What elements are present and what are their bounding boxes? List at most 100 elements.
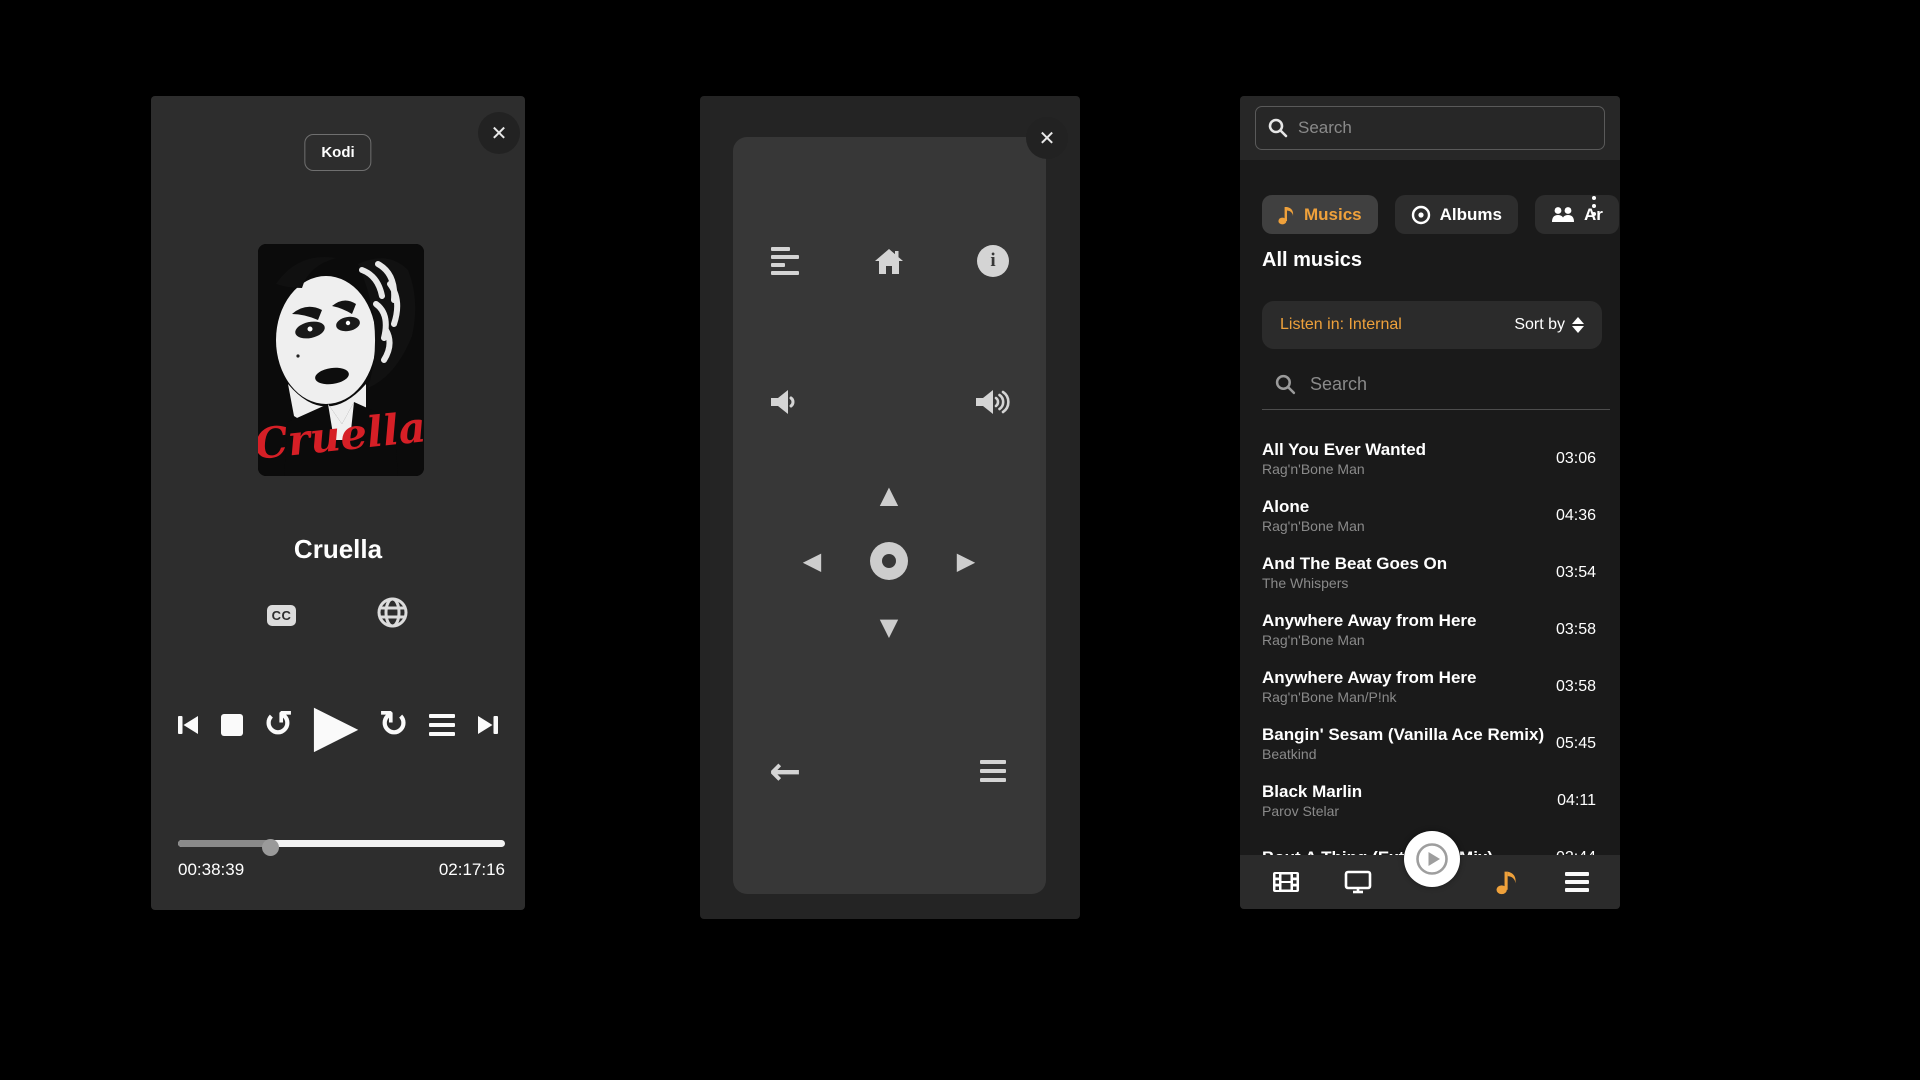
song-row[interactable]: All You Ever Wanted Rag'n'Bone Man 03:06 <box>1262 430 1596 487</box>
remote-close-button[interactable]: ✕ <box>1026 117 1068 159</box>
close-icon: ✕ <box>1039 126 1056 150</box>
volume-up-button[interactable] <box>974 388 1012 416</box>
song-info: And The Beat Goes On The Whispers <box>1262 553 1548 593</box>
sort-by-button[interactable]: Sort by <box>1514 316 1584 334</box>
nav-more-button[interactable] <box>1565 855 1589 909</box>
sort-by-label: Sort by <box>1514 316 1565 334</box>
seek-bar[interactable] <box>178 836 505 850</box>
osd-button[interactable] <box>771 247 799 275</box>
kodi-app-chip[interactable]: Kodi <box>304 134 371 171</box>
song-artist: Rag'n'Bone Man <box>1262 631 1548 650</box>
seek-track[interactable] <box>178 840 505 847</box>
movie-poster: Cruella <box>258 244 424 476</box>
tab-musics[interactable]: Musics <box>1262 195 1378 234</box>
playlist-icon <box>429 714 455 736</box>
now-playing-fab[interactable] <box>1404 831 1460 887</box>
song-info: Alone Rag'n'Bone Man <box>1262 496 1548 536</box>
library-top-bar <box>1240 96 1620 160</box>
tab-artists[interactable]: Ar <box>1535 195 1619 234</box>
volume-up-icon <box>974 388 1012 416</box>
seek-thumb[interactable] <box>262 839 279 856</box>
dpad-select-button[interactable] <box>870 542 908 580</box>
close-button[interactable]: ✕ <box>478 112 520 154</box>
stop-icon <box>221 714 243 736</box>
menu-icon <box>980 760 1006 782</box>
nav-movies-button[interactable] <box>1272 855 1300 909</box>
listen-in-selector[interactable]: Listen in: Internal <box>1280 316 1402 334</box>
song-title: Black Marlin <box>1262 781 1549 802</box>
playback-controls: ↺ ▶ ↻ <box>151 692 525 758</box>
music-note-icon <box>1496 869 1518 895</box>
song-row[interactable]: Anywhere Away from Here Rag'n'Bone Man 0… <box>1262 601 1596 658</box>
home-button[interactable] <box>873 246 905 276</box>
stream-options-row: CC <box>151 596 525 634</box>
skip-next-icon <box>475 712 501 738</box>
song-row[interactable]: Black Marlin Parov Stelar 04:11 <box>1262 772 1596 829</box>
dpad-up-button[interactable]: ▲ <box>880 481 898 509</box>
dpad-right-button[interactable]: ▶ <box>957 547 975 575</box>
song-artist: Rag'n'Bone Man/P!nk <box>1262 688 1548 707</box>
tab-albums[interactable]: Albums <box>1395 195 1518 234</box>
play-circle-icon <box>1414 841 1450 877</box>
skip-next-button[interactable] <box>475 712 501 738</box>
global-search-input[interactable] <box>1298 118 1592 138</box>
back-button[interactable]: ← <box>769 752 801 790</box>
dpad-left-icon: ◀ <box>803 547 821 575</box>
nav-music-button[interactable] <box>1496 855 1518 909</box>
list-search-box[interactable] <box>1275 368 1595 400</box>
more-options-kebab-icon[interactable] <box>1592 196 1596 216</box>
song-title: Alone <box>1262 496 1548 517</box>
nav-tvshows-button[interactable] <box>1344 855 1372 909</box>
list-search-icon <box>1275 374 1296 395</box>
play-button[interactable]: ▶ <box>314 696 359 754</box>
now-playing-panel: ✕ Kodi Cruella Cruella CC <box>151 96 525 910</box>
song-title: Anywhere Away from Here <box>1262 667 1548 688</box>
seek-elapsed-fill <box>178 840 270 847</box>
tab-musics-label: Musics <box>1304 205 1362 225</box>
divider <box>1262 409 1610 410</box>
volume-down-icon <box>769 388 801 416</box>
global-search-box[interactable] <box>1255 106 1605 150</box>
stop-button[interactable] <box>221 714 243 736</box>
playlist-button[interactable] <box>429 714 455 736</box>
close-icon: ✕ <box>491 121 508 145</box>
dpad-right-icon: ▶ <box>957 547 975 575</box>
song-row[interactable]: Bangin' Sesam (Vanilla Ace Remix) Beatki… <box>1262 715 1596 772</box>
info-button[interactable]: i <box>977 245 1009 277</box>
song-row[interactable]: Anywhere Away from Here Rag'n'Bone Man/P… <box>1262 658 1596 715</box>
info-icon: i <box>977 245 1009 277</box>
song-artist: Parov Stelar <box>1262 802 1549 821</box>
dpad-down-button[interactable]: ▼ <box>880 613 898 641</box>
skip-previous-icon <box>175 712 201 738</box>
song-title: Anywhere Away from Here <box>1262 610 1548 631</box>
song-title: All You Ever Wanted <box>1262 439 1548 460</box>
song-duration: 05:45 <box>1556 735 1596 753</box>
rotate-right-icon: ↻ <box>378 707 408 743</box>
elapsed-time: 00:38:39 <box>178 860 244 880</box>
song-title: And The Beat Goes On <box>1262 553 1548 574</box>
dpad-down-icon: ▼ <box>880 613 898 641</box>
subtitles-cc-icon[interactable]: CC <box>267 605 297 626</box>
music-note-icon <box>1278 205 1295 225</box>
search-icon <box>1268 118 1288 138</box>
audio-language-globe-icon[interactable] <box>376 596 409 634</box>
rewind-button[interactable]: ↺ <box>263 707 293 743</box>
volume-down-button[interactable] <box>769 388 801 416</box>
song-artist: The Whispers <box>1262 574 1548 593</box>
poster-art: Cruella <box>258 244 424 476</box>
list-search-input[interactable] <box>1310 374 1595 395</box>
tab-albums-label: Albums <box>1440 205 1502 225</box>
dpad-up-icon: ▲ <box>880 481 898 509</box>
back-arrow-icon: ← <box>769 752 801 790</box>
song-row[interactable]: And The Beat Goes On The Whispers 03:54 <box>1262 544 1596 601</box>
song-info: Black Marlin Parov Stelar <box>1262 781 1549 821</box>
nav-menu-icon <box>1565 872 1589 892</box>
remote-pad: i ▲ ◀ ▶ ▼ ← <box>733 137 1046 894</box>
music-library-panel: Musics Albums Ar All musics Listen in: I… <box>1240 96 1620 909</box>
song-info: All You Ever Wanted Rag'n'Bone Man <box>1262 439 1548 479</box>
fast-forward-button[interactable]: ↻ <box>378 707 408 743</box>
song-row[interactable]: Alone Rag'n'Bone Man 04:36 <box>1262 487 1596 544</box>
dpad-left-button[interactable]: ◀ <box>803 547 821 575</box>
skip-previous-button[interactable] <box>175 712 201 738</box>
context-menu-button[interactable] <box>980 760 1006 782</box>
